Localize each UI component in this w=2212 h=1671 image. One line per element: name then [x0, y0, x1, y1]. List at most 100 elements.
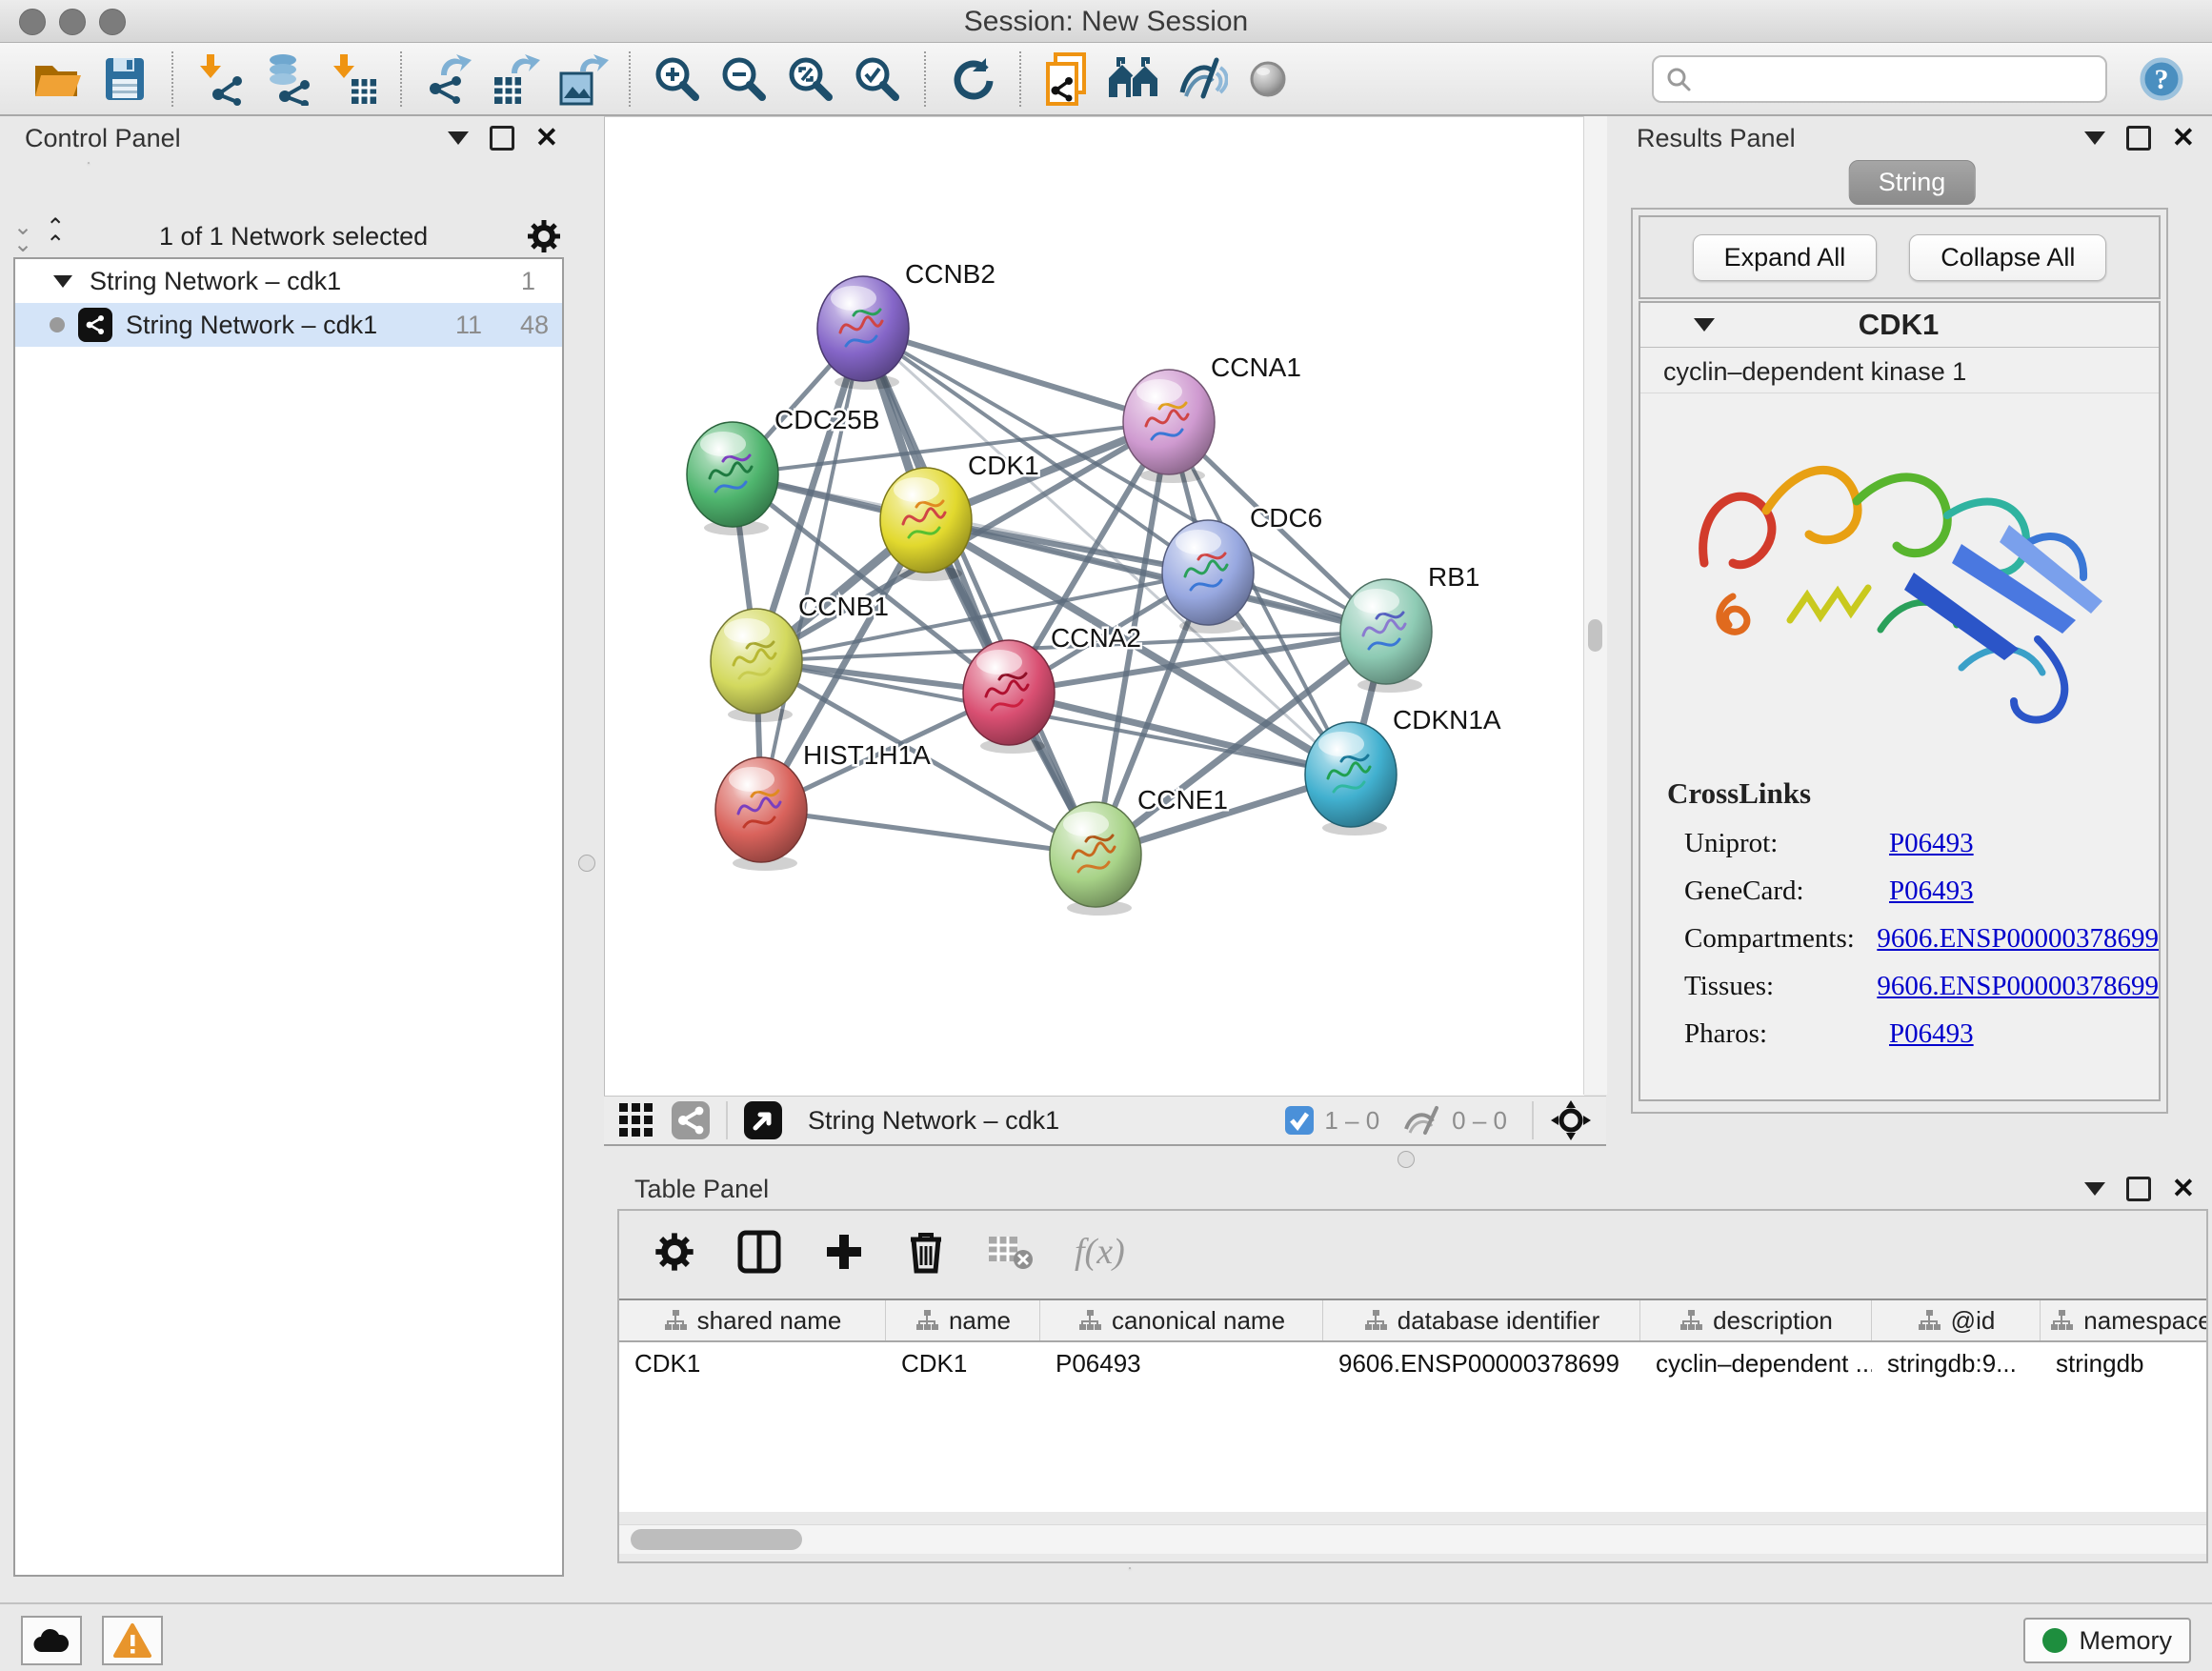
control-panel-menu-icon[interactable] [448, 131, 469, 145]
import-network-from-file-button[interactable] [187, 49, 253, 110]
help-button[interactable]: ? [2128, 49, 2195, 110]
show-columns-icon[interactable] [737, 1230, 781, 1274]
create-column-plus-icon[interactable] [823, 1231, 865, 1273]
collapse-all-networks-icon[interactable]: ⌄⌄ [13, 219, 29, 253]
memory-button[interactable]: Memory [2023, 1618, 2191, 1663]
open-session-button[interactable] [25, 49, 91, 110]
table-panel-float-icon[interactable] [2126, 1177, 2151, 1201]
grid-mode-icon[interactable] [617, 1101, 655, 1139]
fit-content-button[interactable] [777, 49, 844, 110]
column-header-canonical-name[interactable]: canonical name [1040, 1300, 1323, 1340]
apply-layout-button[interactable] [939, 49, 1006, 110]
results-panel-float-icon[interactable] [2126, 126, 2151, 151]
column-header-name[interactable]: name [886, 1300, 1040, 1340]
table-panel-close-icon[interactable]: ✕ [2172, 1179, 2195, 1198]
table-horizontal-scrollbar[interactable] [619, 1524, 2206, 1554]
crosslink-label: Compartments: [1667, 923, 1877, 955]
network-vertical-scrollbar[interactable] [1583, 116, 1607, 1095]
expand-all-button[interactable]: Expand All [1693, 234, 1878, 281]
import-network-from-database-button[interactable] [253, 49, 320, 110]
control-panel-close-icon[interactable]: ✕ [535, 129, 558, 148]
edge-CCNB2-CCNE1[interactable] [863, 329, 1096, 855]
copy-network-button[interactable] [1035, 49, 1101, 110]
hide-glass-effect-button[interactable] [1168, 49, 1235, 110]
crosslink-link[interactable]: P06493 [1889, 828, 1974, 859]
table-panel: Table Panel ✕ [610, 1167, 2212, 1604]
tab-string[interactable]: String [1849, 160, 1976, 205]
column-header-shared-name[interactable]: shared name [619, 1300, 886, 1340]
delete-column-trash-icon[interactable] [907, 1230, 945, 1274]
protein-card-header[interactable]: CDK1 [1640, 303, 2159, 348]
import-table-from-file-button[interactable] [320, 49, 387, 110]
control-panel-title: Control Panel [25, 124, 181, 153]
window-title: Session: New Session [0, 6, 2212, 38]
column-header-namespace[interactable]: namespace [2041, 1300, 2206, 1340]
warnings-button[interactable] [102, 1616, 163, 1665]
protein-collapse-icon[interactable] [1694, 318, 1715, 332]
node-HIST1H1A[interactable]: HIST1H1A [715, 740, 931, 871]
network-collection-row[interactable]: String Network – cdk1 1 [15, 259, 562, 303]
collection-count: 1 [521, 267, 535, 296]
edge-CCNB2-CCNA1[interactable] [863, 329, 1169, 422]
crosslink-link[interactable]: 9606.ENSP00000378699 [1877, 923, 2159, 955]
zoom-in-button[interactable] [644, 49, 711, 110]
column-header-database-identifier[interactable]: database identifier [1323, 1300, 1640, 1340]
table-row[interactable]: CDK1CDK1P064939606.ENSP00000378699cyclin… [619, 1342, 2206, 1384]
horizontal-splitter-handle[interactable] [1398, 1151, 1415, 1168]
search-input[interactable] [1692, 63, 2094, 94]
selected-nodes-checkbox-icon[interactable] [1284, 1105, 1315, 1136]
network-row-selected[interactable]: String Network – cdk1 11 48 [15, 303, 562, 347]
crosslink-link[interactable]: P06493 [1889, 876, 1974, 907]
crosslink-row: Uniprot:P06493 [1667, 828, 2159, 859]
table-cell[interactable]: stringdb [2041, 1342, 2206, 1384]
scrollbar-thumb[interactable] [631, 1529, 802, 1550]
table-panel-menu-icon[interactable] [2084, 1182, 2105, 1196]
birdseye-toggle-icon[interactable] [743, 1100, 783, 1140]
cloud-status-button[interactable] [21, 1616, 82, 1665]
column-header-description[interactable]: description [1640, 1300, 1872, 1340]
table-cell[interactable]: 9606.ENSP00000378699 [1323, 1342, 1640, 1384]
table-options-gear-icon[interactable] [654, 1231, 695, 1273]
node-CDC6[interactable]: CDC6 [1162, 503, 1322, 634]
collection-expand-icon[interactable] [53, 275, 72, 288]
collapse-all-button[interactable]: Collapse All [1909, 234, 2106, 281]
expand-all-networks-icon[interactable]: ⌃⌃ [46, 219, 61, 253]
results-panel-close-icon[interactable]: ✕ [2172, 129, 2195, 148]
vertical-splitter-handle[interactable] [578, 855, 595, 872]
search-field[interactable] [1652, 55, 2107, 103]
column-header-id[interactable]: @id [1872, 1300, 2041, 1340]
zoom-out-button[interactable] [711, 49, 777, 110]
export-table-button[interactable] [482, 49, 549, 110]
edge-CCNB2-HIST1H1A[interactable] [761, 329, 863, 810]
crosslink-link[interactable]: P06493 [1889, 1018, 1974, 1050]
save-session-button[interactable] [91, 49, 158, 110]
table-cell[interactable]: stringdb:9... [1872, 1342, 2041, 1384]
export-image-button[interactable] [549, 49, 615, 110]
table-cell[interactable]: CDK1 [886, 1342, 1040, 1384]
network-canvas[interactable]: CCNB2CCNA1CDC25BCDK1CDC6RB1CCNB1CCNA2CDK… [604, 116, 1584, 1096]
zoom-selected-button[interactable] [844, 49, 911, 110]
scrollbar-thumb[interactable] [1588, 619, 1602, 652]
glass-ball-effect-button[interactable] [1235, 49, 1301, 110]
table-cell[interactable]: P06493 [1040, 1342, 1323, 1384]
node-CDKN1A[interactable]: CDKN1A [1305, 705, 1501, 836]
results-panel-menu-icon[interactable] [2084, 131, 2105, 145]
node-RB1[interactable]: RB1 [1340, 562, 1479, 693]
delete-table-icon [987, 1233, 1033, 1271]
pan-crosshair-icon[interactable] [1549, 1098, 1593, 1142]
table-cell[interactable]: cyclin–dependent ... [1640, 1342, 1872, 1384]
node-CDK1[interactable]: CDK1 [880, 451, 1039, 581]
export-network-button[interactable] [415, 49, 482, 110]
network-type-icon [78, 308, 112, 342]
crosslink-link[interactable]: 9606.ENSP00000378699 [1877, 971, 2159, 1002]
node-label-CDC6: CDC6 [1250, 503, 1322, 533]
edge-HIST1H1A-CCNE1[interactable] [761, 810, 1096, 855]
control-panel-float-icon[interactable] [490, 126, 514, 151]
eye-slash-icon [1175, 54, 1228, 104]
view-mode-icon[interactable] [671, 1100, 711, 1140]
table-cell[interactable]: CDK1 [619, 1342, 886, 1384]
network-graph[interactable]: CCNB2CCNA1CDC25BCDK1CDC6RB1CCNB1CCNA2CDK… [605, 117, 1584, 1094]
network-options-gear-icon[interactable] [526, 218, 562, 254]
string-home-button[interactable] [1101, 49, 1168, 110]
node-CCNE1[interactable]: CCNE1 [1050, 785, 1228, 916]
